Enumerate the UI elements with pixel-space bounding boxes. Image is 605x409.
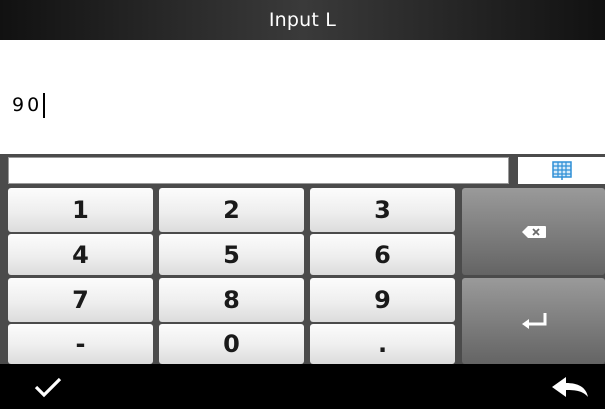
key-3[interactable]: 3 <box>310 188 455 232</box>
input-value-field[interactable]: 90 <box>12 91 46 119</box>
text-cursor <box>43 92 46 118</box>
checkmark-icon <box>34 377 62 398</box>
key-5[interactable]: 5 <box>159 234 304 275</box>
keyboard-top-bar <box>0 154 605 187</box>
backspace-icon <box>521 225 546 238</box>
key-6[interactable]: 6 <box>310 234 455 275</box>
backspace-button[interactable] <box>462 188 605 275</box>
key-9[interactable]: 9 <box>310 278 455 322</box>
enter-icon <box>521 313 546 329</box>
input-value-text: 90 <box>12 94 43 116</box>
key-4[interactable]: 4 <box>8 234 153 275</box>
confirm-button[interactable] <box>28 372 68 402</box>
back-arrow-icon <box>552 377 588 397</box>
key-2[interactable]: 2 <box>159 188 304 232</box>
key-1[interactable]: 1 <box>8 188 153 232</box>
bottom-bar <box>0 364 605 409</box>
numeric-keypad: 1 2 3 4 5 6 7 8 9 - 0 . <box>0 187 605 364</box>
back-button[interactable] <box>548 372 592 402</box>
key-8[interactable]: 8 <box>159 278 304 322</box>
enter-button[interactable] <box>462 278 605 364</box>
title-bar: Input L <box>0 0 605 40</box>
keyboard-toggle-button[interactable] <box>518 157 605 184</box>
key-7[interactable]: 7 <box>8 278 153 322</box>
keyboard-preview-field <box>8 157 509 184</box>
page-title: Input L <box>268 9 337 31</box>
key-decimal[interactable]: . <box>310 324 455 364</box>
grid-keyboard-icon <box>551 160 572 180</box>
key-minus[interactable]: - <box>8 324 153 364</box>
key-0[interactable]: 0 <box>159 324 304 364</box>
